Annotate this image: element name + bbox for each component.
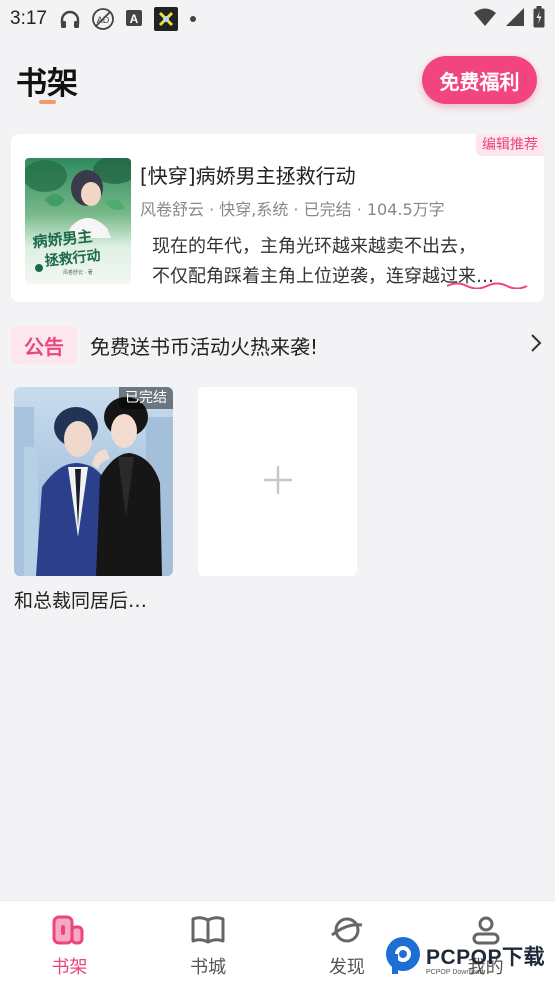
free-welfare-button[interactable]: 免费福利 — [422, 56, 537, 104]
watermark-brand: PCPOP下载 — [426, 945, 546, 969]
app-notification-icon — [153, 6, 179, 32]
nav-label-bookstore: 书城 — [190, 957, 227, 978]
finished-badge: 已完结 — [119, 387, 173, 409]
notice-text: 免费送书币活动火热来袭! — [90, 334, 319, 359]
pcpop-logo-icon — [384, 936, 422, 980]
description-line-1: 现在的年代，主角光环越来越卖不出去， — [152, 236, 476, 257]
recommend-book-title: [快穿]病娇男主拯救行动 — [140, 164, 356, 188]
nav-item-bookstore[interactable]: 书城 — [139, 901, 278, 986]
notice-row[interactable]: 公告 免费送书币活动火热来袭! — [11, 325, 544, 365]
status-time: 3:17 — [10, 8, 47, 29]
add-book-button[interactable] — [198, 387, 357, 576]
notice-tag: 公告 — [11, 326, 77, 364]
no-ad-icon: AD — [91, 7, 115, 31]
editor-pick-badge: 编辑推荐 — [476, 134, 544, 156]
battery-icon — [533, 6, 545, 32]
title-underline — [39, 100, 56, 104]
recommend-book-meta: 风卷舒云 · 快穿,系统 · 已完结 · 104.5万字 — [140, 200, 445, 219]
recommend-book-cover[interactable]: 病娇男主 拯救行动 风卷舒云 · 著 — [25, 158, 131, 284]
svg-text:A: A — [130, 12, 139, 26]
nav-item-bookshelf[interactable]: 书架 — [0, 901, 139, 986]
shelf-book-cover[interactable]: 已完结 — [14, 387, 173, 576]
nav-label-discover: 发现 — [328, 957, 365, 978]
status-bar: 3:17 AD A — [0, 0, 555, 38]
planet-icon — [330, 915, 364, 949]
book-open-icon — [191, 915, 225, 949]
recommend-card[interactable]: 编辑推荐 病娇男主 拯救行动 风卷舒云 · 著 [快穿]病娇男主拯救行动 风卷舒… — [11, 134, 544, 302]
shelf-book-item[interactable]: 已完结 和总裁同居后… — [14, 387, 173, 613]
watermark: PCPOP下载 PCPOP Download — [384, 936, 545, 980]
svg-text:AD: AD — [97, 15, 110, 25]
wifi-icon — [473, 7, 497, 31]
plus-icon — [262, 464, 294, 500]
nav-label-bookshelf: 书架 — [51, 957, 88, 978]
page-title: 书架 — [16, 66, 78, 102]
chevron-right-icon — [530, 333, 542, 357]
svg-text:风卷舒云 · 著: 风卷舒云 · 著 — [63, 269, 93, 276]
scroll-wave-decoration — [447, 282, 528, 289]
a-notification-icon: A — [125, 9, 143, 29]
shelf-book-title: 和总裁同居后… — [14, 590, 148, 612]
dot-icon — [189, 15, 197, 23]
signal-icon — [505, 7, 525, 31]
headphones-icon — [59, 9, 81, 29]
bookshelf-icon — [52, 915, 86, 949]
